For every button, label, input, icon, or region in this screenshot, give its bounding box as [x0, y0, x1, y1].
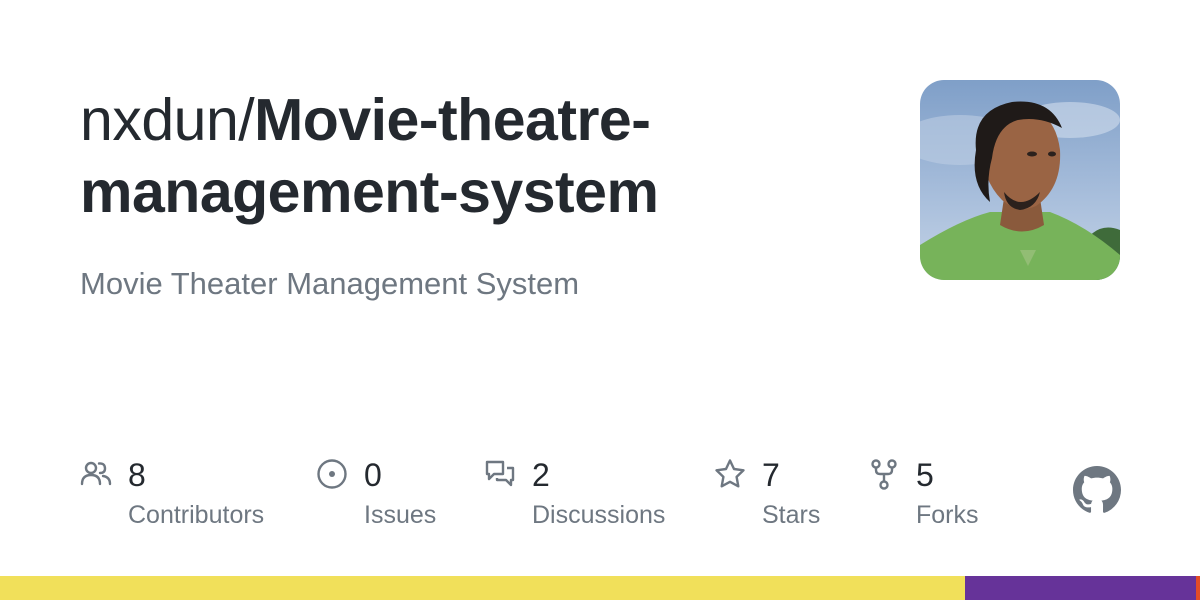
- language-bar-segment: [1196, 576, 1200, 600]
- repo-description: Movie Theater Management System: [80, 266, 580, 301]
- issues-icon: [317, 459, 347, 489]
- discussions-icon: [485, 460, 515, 487]
- repo-title: nxdun/Movie-theatre-management-system: [80, 84, 880, 228]
- repo-owner: nxdun/: [80, 87, 255, 153]
- forks-count: 5: [916, 457, 934, 493]
- fork-icon: [871, 459, 897, 490]
- language-bar: [0, 576, 1200, 600]
- avatar-image: [920, 80, 1120, 280]
- owner-avatar: [920, 80, 1120, 280]
- forks-label: Forks: [916, 501, 979, 529]
- issues-count: 0: [364, 457, 382, 493]
- star-icon: [715, 459, 745, 488]
- language-bar-segment: [964, 576, 1197, 600]
- github-logo-icon: [1073, 466, 1121, 513]
- discussions-label: Discussions: [532, 501, 666, 529]
- repo-social-card: nxdun/Movie-theatre-management-system Mo…: [0, 0, 1200, 600]
- contributors-count: 8: [128, 457, 146, 493]
- stars-label: Stars: [762, 501, 821, 529]
- language-bar-segment: [0, 576, 965, 600]
- discussions-count: 2: [532, 457, 550, 493]
- issues-label: Issues: [364, 501, 437, 529]
- contributors-icon: [80, 461, 112, 486]
- contributors-label: Contributors: [128, 501, 265, 529]
- stars-count: 7: [762, 457, 780, 493]
